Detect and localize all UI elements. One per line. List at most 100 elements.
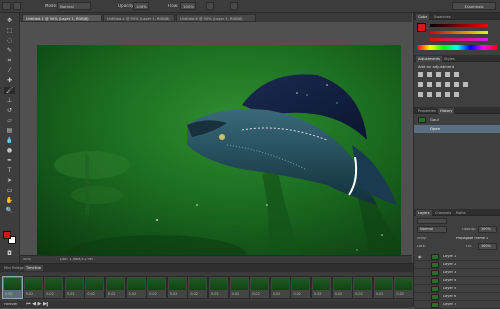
hand-tool-icon[interactable]: ✋ [4, 197, 15, 204]
blend-mode-select[interactable]: Normal [417, 226, 447, 233]
frame-delay[interactable]: 0.02 [293, 292, 301, 296]
frame-delay[interactable]: 0.02 [149, 292, 157, 296]
brush-preset-picker[interactable] [2, 2, 11, 10]
color-swatches[interactable] [3, 231, 17, 245]
timeline-frame[interactable]: 0.02 [166, 276, 188, 299]
marquee-tool-icon[interactable]: ⬚ [4, 27, 15, 34]
tab-history[interactable]: History [438, 108, 455, 114]
tab-color[interactable]: Color [416, 14, 430, 20]
document-canvas[interactable] [37, 45, 401, 264]
frame-delay[interactable]: 0.02 [5, 292, 13, 296]
doc-tab-2[interactable]: Untitled-1 @ 50% (Layer 1, RGB/8) [103, 14, 175, 22]
timeline-frame[interactable]: 0.02 [372, 276, 394, 299]
timeline-frame[interactable]: 0.02 [125, 276, 147, 299]
green-slider[interactable] [430, 31, 488, 34]
history-brush-tool-icon[interactable]: ↺ [4, 107, 15, 114]
brush-size-dropdown[interactable] [13, 2, 21, 10]
visibility-eye-icon[interactable]: ◉ [418, 255, 424, 259]
eraser-tool-icon[interactable]: ▱ [4, 117, 15, 124]
gradient-tool-icon[interactable]: ▤ [4, 127, 15, 134]
layer-row[interactable]: Layer 2 [414, 261, 500, 269]
foreground-color-swatch[interactable] [3, 231, 11, 239]
timeline-frame[interactable]: 0.02 [352, 276, 374, 299]
opacity-input[interactable]: 100% [133, 2, 149, 10]
propagate-frame-checkbox[interactable]: Propagate Frame 1 [456, 237, 488, 240]
blur-tool-icon[interactable]: 💧 [4, 137, 15, 144]
shape-tool-icon[interactable]: ▭ [4, 187, 15, 194]
timeline-frame[interactable]: 0.02 [146, 276, 168, 299]
visibility-eye-icon[interactable] [418, 295, 424, 299]
visibility-eye-icon[interactable] [418, 303, 424, 307]
eyedropper-tool-icon[interactable]: ⁄ [4, 67, 15, 74]
frame-delay[interactable]: 0.02 [87, 292, 95, 296]
adjustment-icon-grid[interactable] [418, 72, 496, 102]
workspace-switcher[interactable]: Essentials [452, 2, 496, 10]
timeline-frame[interactable]: 0.02 [331, 276, 353, 299]
mode-select[interactable]: Normal [57, 2, 91, 10]
layer-row[interactable]: ◉ Layer 1 [414, 253, 500, 261]
tab-paths[interactable]: Paths [454, 210, 468, 216]
pressure-toggle[interactable] [230, 2, 238, 10]
frame-delay[interactable]: 0.02 [335, 292, 343, 296]
playback-controls-icon[interactable]: ⏮ ◀ ▶ ▶▎ [26, 302, 51, 307]
timeline-frame[interactable]: 0.02 [393, 276, 415, 299]
timeline-frame[interactable]: 0.02 [63, 276, 85, 299]
timeline-frame[interactable]: 0.02 [228, 276, 250, 299]
quick-select-tool-icon[interactable]: ✎ [4, 47, 15, 54]
doc-tab-3[interactable]: Untitled-6 @ 50% (Layer 1, RGB/8) [176, 14, 256, 22]
red-slider[interactable] [430, 24, 488, 27]
frame-delay[interactable]: 0.02 [170, 292, 178, 296]
layer-filter[interactable] [417, 218, 447, 224]
frame-delay[interactable]: 0.02 [108, 292, 116, 296]
tab-layers[interactable]: Layers [416, 210, 432, 216]
airbrush-toggle[interactable] [206, 2, 214, 10]
clone-stamp-tool-icon[interactable]: ⊥ [4, 97, 15, 104]
dodge-tool-icon[interactable]: ● [4, 147, 15, 154]
fill-input[interactable]: 100% [478, 243, 497, 250]
timeline-frame[interactable]: 0.02 [105, 276, 126, 299]
lasso-tool-icon[interactable]: ◌ [4, 37, 15, 44]
frame-delay[interactable]: 0.02 [67, 292, 75, 296]
frame-delay[interactable]: 0.02 [273, 292, 281, 296]
zoom-level[interactable]: 50% [23, 258, 31, 262]
doc-tab-1[interactable]: Untitled-1 @ 50% (Layer 1, RGB/8) [22, 14, 102, 22]
frame-delay[interactable]: 0.02 [129, 292, 137, 296]
layer-row[interactable]: Layer 7 [414, 301, 500, 309]
tab-mini-bridge[interactable]: Mini Bridge [2, 265, 26, 271]
tab-properties[interactable]: Properties [416, 108, 438, 114]
frame-delay[interactable]: 0.02 [355, 292, 363, 296]
frame-delay[interactable]: 0.02 [46, 292, 54, 296]
frame-delay[interactable]: 0.02 [376, 292, 384, 296]
visibility-eye-icon[interactable] [418, 263, 424, 267]
color-ramp[interactable] [417, 45, 497, 50]
timeline-frame[interactable]: 0.02 [187, 276, 209, 299]
frame-delay[interactable]: 0.02 [314, 292, 322, 296]
layer-row[interactable]: Layer 4 [414, 277, 500, 285]
timeline-frame[interactable]: 0.02 [2, 276, 23, 299]
timeline-frame[interactable]: 0.02 [43, 276, 65, 299]
move-tool-icon[interactable]: ✥ [4, 17, 15, 24]
frame-delay[interactable]: 0.02 [190, 292, 198, 296]
timeline-frame[interactable]: 0.02 [249, 276, 271, 299]
tab-channels[interactable]: Channels [433, 210, 453, 216]
path-select-tool-icon[interactable]: ➤ [4, 177, 15, 184]
pen-tool-icon[interactable]: ✒ [4, 157, 15, 164]
timeline-frame[interactable]: 0.02 [269, 276, 291, 299]
loop-select[interactable]: Forever [4, 303, 18, 307]
healing-brush-tool-icon[interactable]: ✚ [4, 77, 15, 84]
layer-row[interactable]: Layer 3 [414, 269, 500, 277]
timeline-frame[interactable]: 0.02 [290, 276, 312, 299]
frame-delay[interactable]: 0.02 [232, 292, 240, 296]
zoom-tool-icon[interactable]: 🔍 [4, 207, 15, 214]
frame-delay[interactable]: 0.02 [211, 292, 219, 296]
crop-tool-icon[interactable]: ⌗ [4, 57, 15, 64]
timeline-frame[interactable]: 0.02 [22, 276, 44, 299]
visibility-eye-icon[interactable] [418, 271, 424, 275]
layer-row[interactable]: Layer 5 [414, 285, 500, 293]
timeline-frame[interactable]: 0.02 [84, 276, 106, 299]
timeline-frame[interactable]: 0.02 [311, 276, 332, 299]
tab-styles[interactable]: Styles [442, 56, 457, 62]
layers-opacity-input[interactable]: 100% [478, 226, 497, 233]
tab-swatches[interactable]: Swatches [432, 14, 453, 20]
visibility-eye-icon[interactable] [418, 279, 424, 283]
